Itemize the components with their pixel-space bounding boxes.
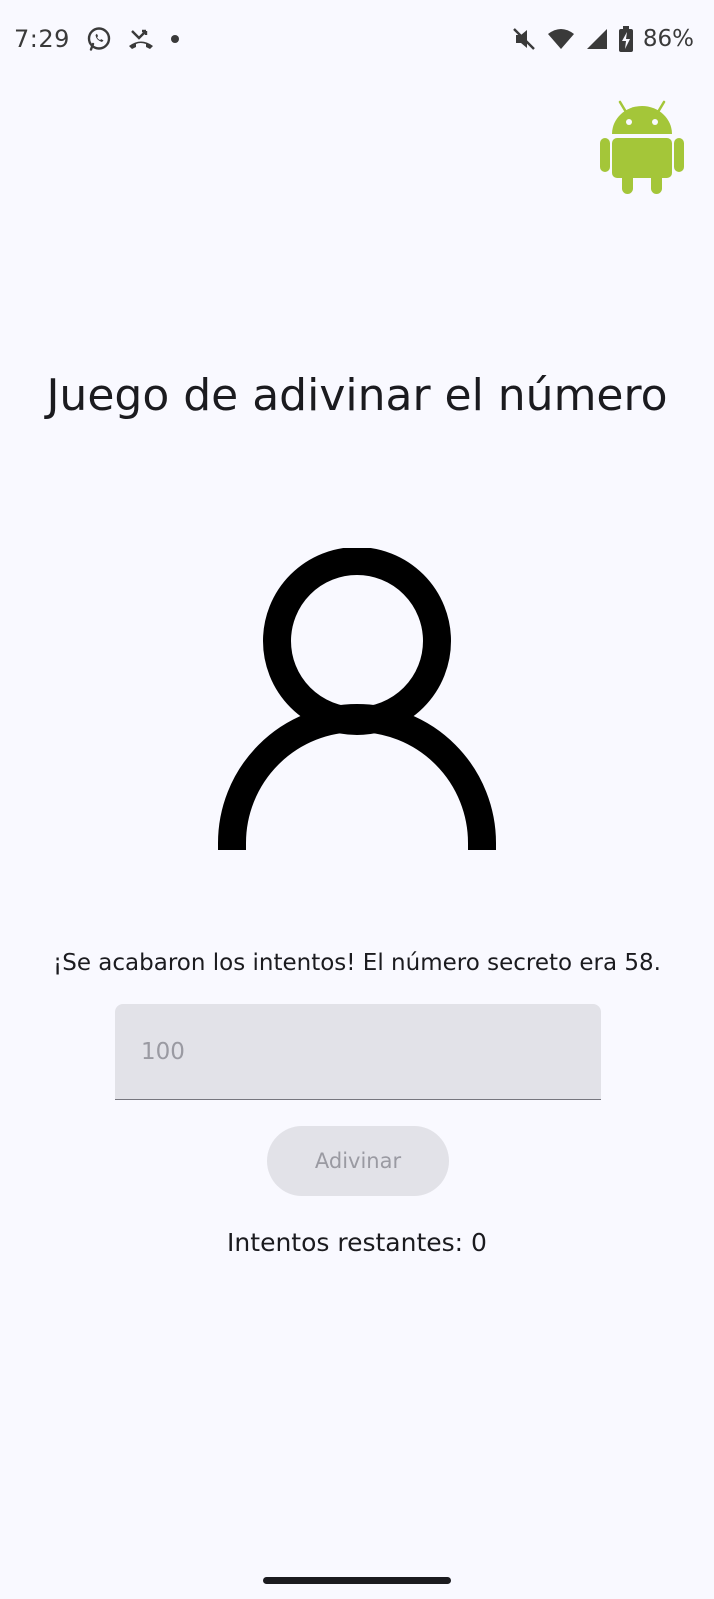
missed-call-icon — [128, 28, 154, 50]
gesture-nav-handle[interactable] — [263, 1577, 451, 1584]
result-message: ¡Se acabaron los intentos! El número sec… — [53, 950, 661, 976]
battery-charging-icon — [618, 26, 633, 52]
battery-percent: 86% — [642, 26, 694, 52]
vibrate-off-icon — [511, 26, 537, 52]
status-left: 7:29 — [14, 20, 180, 58]
guess-button[interactable]: Adivinar — [267, 1126, 449, 1196]
number-field[interactable] — [115, 1004, 601, 1100]
notification-dot-icon — [170, 34, 180, 44]
status-bar: 7:29 86% — [0, 0, 714, 76]
whatsapp-icon — [86, 26, 112, 52]
person-icon — [218, 547, 496, 850]
wifi-icon — [547, 27, 575, 51]
signal-icon — [585, 27, 609, 51]
number-input[interactable] — [141, 1032, 561, 1072]
status-right: 86% — [511, 20, 694, 58]
status-time: 7:29 — [14, 25, 70, 53]
page-title: Juego de adivinar el número — [46, 370, 668, 421]
attempts-remaining: Intentos restantes: 0 — [227, 1228, 487, 1257]
android-icon — [600, 100, 684, 194]
